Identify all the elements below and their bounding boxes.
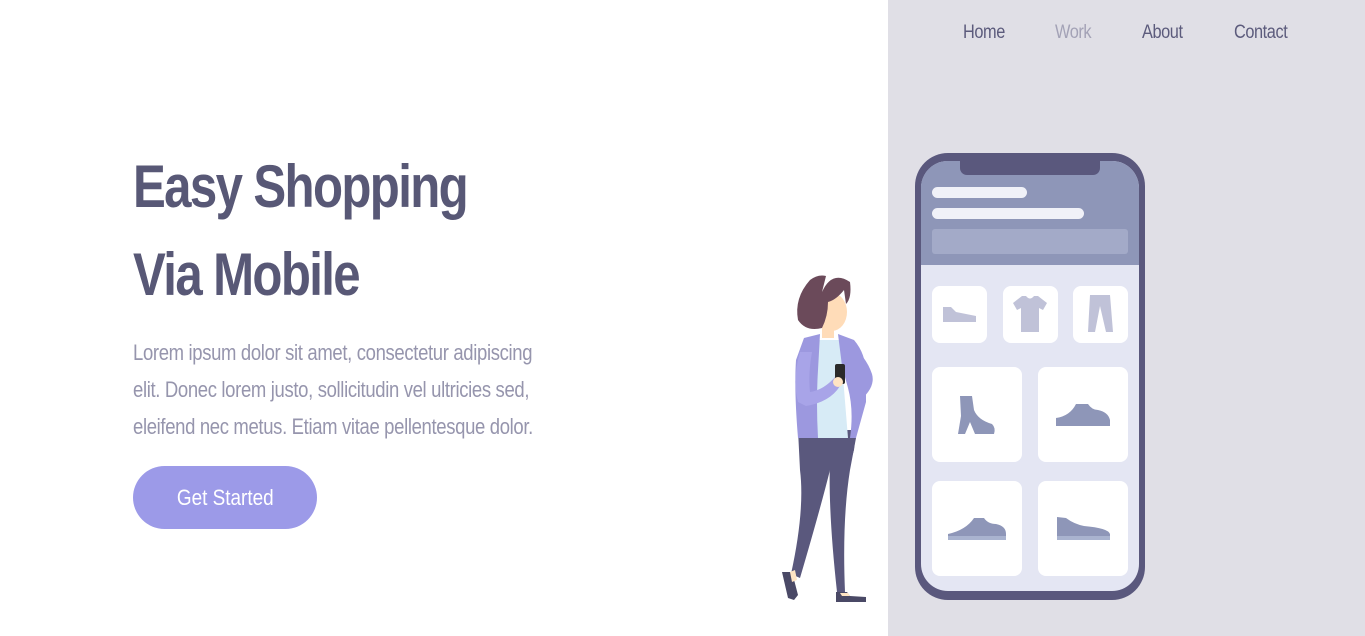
hero-title: Easy Shopping Via Mobile bbox=[133, 143, 469, 319]
nav-contact-link[interactable]: Contact bbox=[1234, 22, 1288, 44]
woman-figure-icon bbox=[782, 275, 873, 602]
nav-home-link[interactable]: Home bbox=[963, 22, 1005, 44]
hero-text-line-2: elit. Donec lorem justo, sollicitudin ve… bbox=[133, 377, 530, 402]
hero-title-line-1: Easy Shopping bbox=[133, 153, 469, 220]
main-nav: Home Work About Contact bbox=[0, 22, 1365, 52]
get-started-label: Get Started bbox=[176, 484, 274, 510]
hero-text-line-1: Lorem ipsum dolor sit amet, consectetur … bbox=[133, 340, 533, 365]
smartphone-icon bbox=[915, 153, 1145, 600]
get-started-button[interactable]: Get Started bbox=[133, 466, 317, 529]
shopping-illustration bbox=[782, 153, 1145, 602]
nav-about-link[interactable]: About bbox=[1142, 22, 1183, 44]
hero-description: Lorem ipsum dolor sit amet, consectetur … bbox=[133, 334, 603, 445]
nav-work-link[interactable]: Work bbox=[1055, 22, 1092, 44]
hero-text-line-3: eleifend nec metus. Etiam vitae pellente… bbox=[133, 414, 533, 439]
hero-title-line-2: Via Mobile bbox=[133, 241, 361, 308]
